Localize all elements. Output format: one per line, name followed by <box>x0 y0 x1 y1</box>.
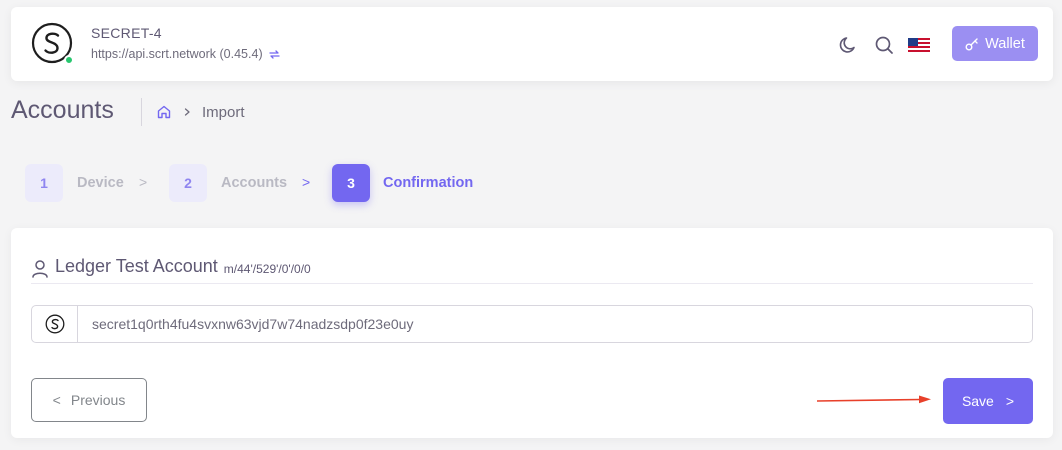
endpoint-text: https://api.scrt.network (0.45.4) <box>91 47 263 61</box>
secret-logo-icon <box>45 314 64 334</box>
step-3-number[interactable]: 3 <box>332 164 370 202</box>
step-2-number[interactable]: 2 <box>169 164 207 202</box>
step-3-label[interactable]: Confirmation <box>383 175 473 191</box>
refresh-icon[interactable] <box>268 48 281 61</box>
wallet-button-label: Wallet <box>985 35 1025 52</box>
step-1-label[interactable]: Device <box>77 175 124 191</box>
moon-icon[interactable] <box>838 35 858 55</box>
step-1-number[interactable]: 1 <box>25 164 63 202</box>
search-icon[interactable] <box>874 35 894 55</box>
account-header: Ledger Test Account m/44'/529'/0'/0/0 <box>31 256 1033 284</box>
step-separator: > <box>139 174 148 190</box>
address-field[interactable]: secret1q0rth4fu4svxnw63vjd7w74nadzsdp0f2… <box>31 305 1033 343</box>
step-2-label[interactable]: Accounts <box>221 175 287 191</box>
home-icon[interactable] <box>156 104 172 120</box>
chevron-left-icon: < <box>52 392 61 408</box>
save-button[interactable]: Save > <box>943 378 1033 424</box>
online-status-dot <box>64 55 74 65</box>
wallet-button[interactable]: Wallet <box>952 26 1038 61</box>
user-icon <box>32 260 48 278</box>
previous-button-label: Previous <box>70 392 126 408</box>
derivation-path: m/44'/529'/0'/0/0 <box>223 262 311 276</box>
save-button-label: Save <box>961 393 994 409</box>
chevron-right-icon <box>184 108 190 116</box>
address-value: secret1q0rth4fu4svxnw63vjd7w74nadzsdp0f2… <box>92 316 414 332</box>
chain-endpoint: https://api.scrt.network (0.45.4) <box>91 47 281 61</box>
page-title: Accounts <box>11 96 114 124</box>
breadcrumb-current: Import <box>202 103 245 121</box>
annotation-arrow-icon <box>817 395 931 404</box>
us-flag-icon[interactable] <box>908 38 930 52</box>
address-prefix <box>32 306 78 342</box>
step-separator: > <box>302 174 311 190</box>
chain-name: SECRET-4 <box>91 25 162 41</box>
previous-button[interactable]: < Previous <box>31 378 147 422</box>
chevron-right-icon: > <box>1005 393 1015 409</box>
breadcrumb: Import <box>141 98 245 126</box>
navbar: SECRET-4 https://api.scrt.network (0.45.… <box>11 7 1053 81</box>
key-icon <box>965 37 978 50</box>
account-name: Ledger Test Account <box>55 256 218 276</box>
